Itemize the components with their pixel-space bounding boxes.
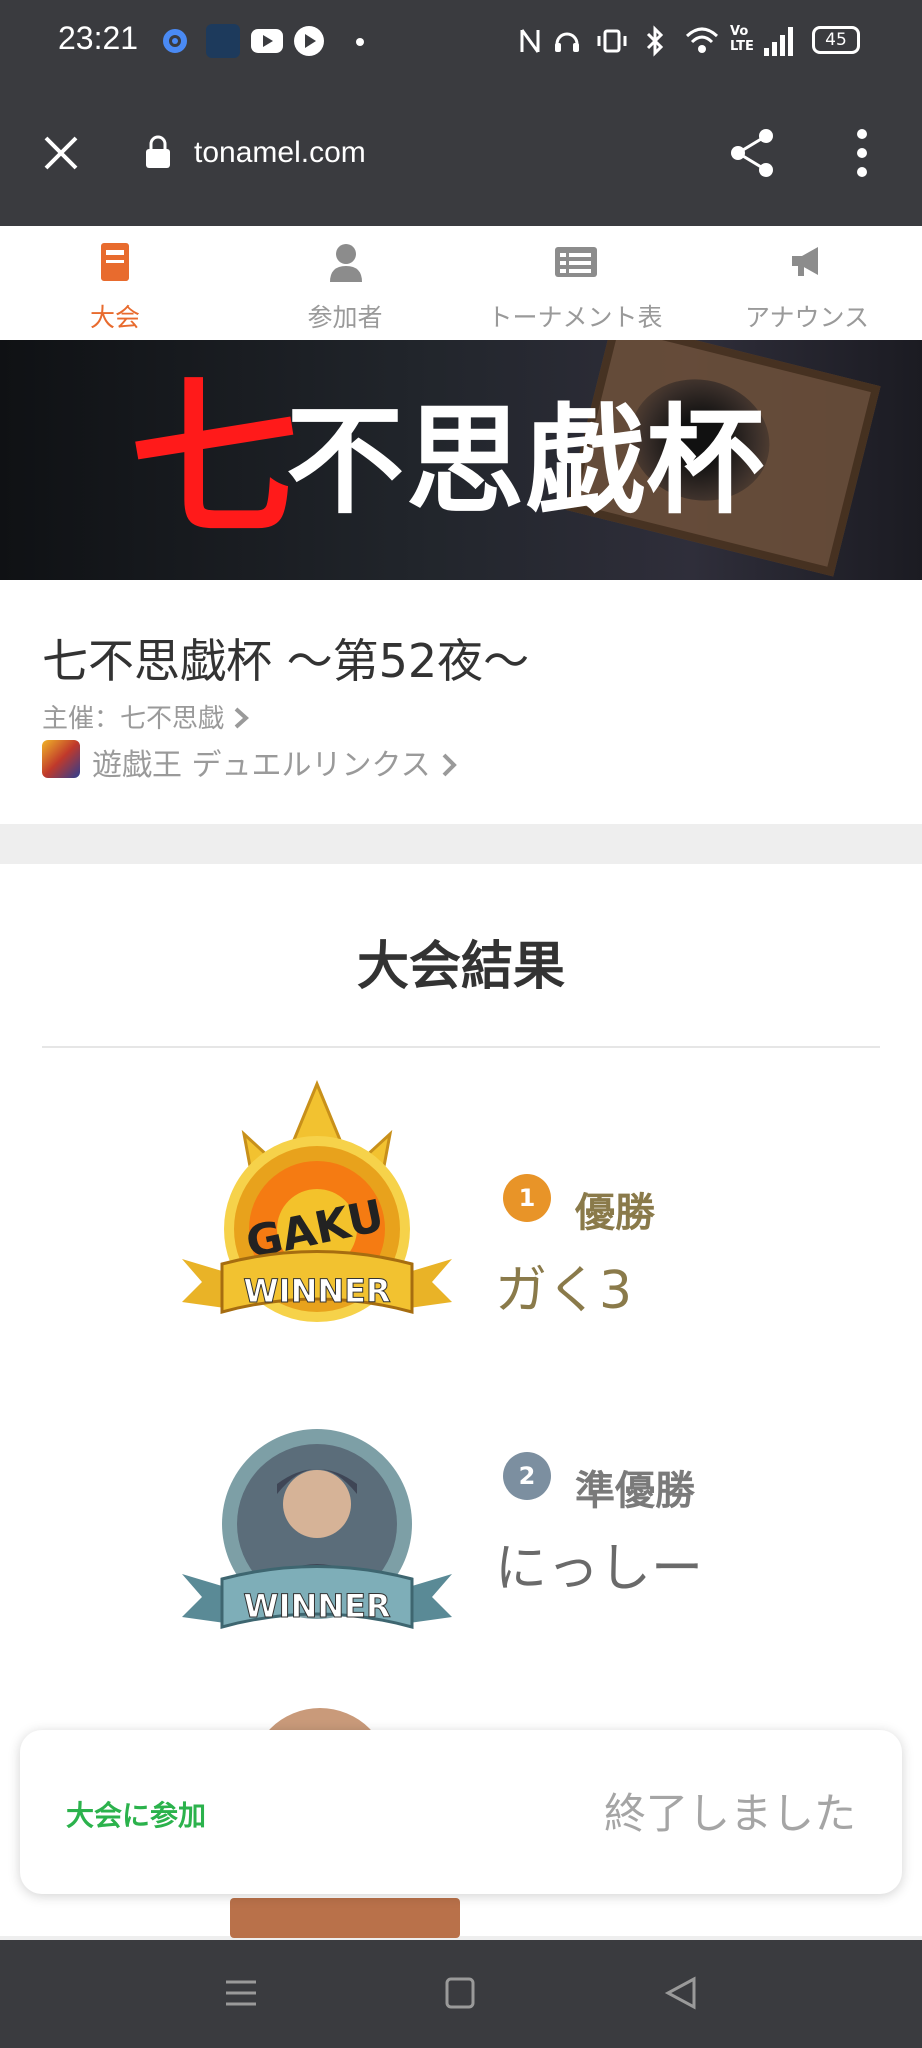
event-title: 七不思戯杯 〜第52夜〜 xyxy=(42,634,530,688)
more-options-icon[interactable] xyxy=(850,126,874,180)
recent-apps-icon[interactable] xyxy=(224,1978,258,2008)
play-icon xyxy=(294,26,324,56)
game-link[interactable]: 遊戯王 デュエルリンクス xyxy=(92,740,458,784)
game-text: 遊戯王 デュエルリンクス xyxy=(92,748,431,783)
megaphone-icon xyxy=(792,247,818,276)
tab-tournament[interactable]: 大会 xyxy=(0,226,230,340)
wifi-icon xyxy=(685,27,719,53)
banner-title: 不思戯杯 xyxy=(286,391,767,530)
system-nav-bar xyxy=(0,1940,922,2048)
back-icon[interactable] xyxy=(664,1976,698,2010)
tab-participants-label: 参加者 xyxy=(307,303,383,332)
battery-icon: 45 xyxy=(812,26,860,54)
home-icon[interactable] xyxy=(444,1976,476,2010)
browser-toolbar: tonamel.com xyxy=(0,92,922,226)
nfc-icon xyxy=(520,29,540,53)
tab-participants[interactable]: 参加者 xyxy=(230,226,460,340)
organizer-text: 主催：七不思戯 xyxy=(42,704,225,734)
tab-bracket-label: トーナメント表 xyxy=(487,303,663,332)
event-info: 七不思戯杯 〜第52夜〜 主催：七不思戯 遊戯王 デュエルリンクス xyxy=(0,580,922,824)
youtube-icon xyxy=(251,29,283,53)
chevron-right-icon xyxy=(234,707,250,729)
gear-icon xyxy=(163,29,187,53)
medal-gold: 1 xyxy=(503,1174,551,1222)
status-time: 23:21 xyxy=(58,20,139,56)
signal-icon xyxy=(764,27,793,56)
banner-red-char: 七 xyxy=(130,360,298,558)
medal-gold-icon: 1 xyxy=(503,1174,551,1222)
results-divider xyxy=(42,1046,880,1048)
status-bar: 23:21 Vo LTE 45 xyxy=(0,0,922,92)
person-icon xyxy=(330,244,362,282)
winner-badge-silver: WINNER xyxy=(182,1429,452,1629)
third-badge-ribbon xyxy=(230,1898,460,1938)
medal-silver: 2 xyxy=(503,1452,551,1500)
bracket-list-icon xyxy=(555,247,597,277)
tab-bracket[interactable]: トーナメント表 xyxy=(460,226,690,340)
vibrate-icon xyxy=(597,29,627,53)
tournament-tabs: 大会 参加者 トーナメント表 アナウンス xyxy=(0,226,922,341)
headset-icon xyxy=(555,32,579,52)
results-heading: 大会結果 xyxy=(356,937,565,997)
winner-badge-gold: GAKU WINNER xyxy=(182,1080,452,1322)
bluetooth-icon xyxy=(646,25,664,57)
join-tournament-link[interactable]: 大会に参加 xyxy=(66,1794,206,1834)
tab-announcements[interactable]: アナウンス xyxy=(692,226,922,340)
game-thumbnail xyxy=(42,740,80,778)
second-place-name[interactable]: にっしー xyxy=(495,1526,703,1601)
join-bottom-sheet: 大会に参加 終了しました xyxy=(20,1730,902,1894)
share-icon[interactable] xyxy=(728,126,778,180)
volte-icon: Vo LTE xyxy=(730,24,754,54)
tournament-banner: 七 不思戯杯 xyxy=(0,340,922,580)
first-place-name[interactable]: ガく3 xyxy=(495,1248,632,1323)
tab-announcements-label: アナウンス xyxy=(744,303,869,332)
badge-winner-ribbon: WINNER xyxy=(243,1272,390,1310)
organizer-link[interactable]: 主催：七不思戯 xyxy=(42,698,250,735)
dot-icon xyxy=(356,38,364,46)
close-icon[interactable] xyxy=(40,132,82,174)
hatena-app-icon xyxy=(206,24,240,58)
battery-level: 45 xyxy=(825,30,847,50)
chevron-right-icon xyxy=(442,753,458,777)
first-place-label: 優勝 xyxy=(575,1190,655,1236)
tab-tournament-label: 大会 xyxy=(89,303,140,332)
tournament-doc-icon xyxy=(101,243,129,281)
badge-winner-ribbon-2: WINNER xyxy=(243,1587,390,1625)
lock-icon xyxy=(146,135,170,168)
url-text[interactable]: tonamel.com xyxy=(194,136,366,170)
medal-silver-icon: 2 xyxy=(503,1452,551,1500)
second-place-label: 準優勝 xyxy=(575,1468,695,1514)
tournament-ended-status: 終了しました xyxy=(603,1789,856,1838)
